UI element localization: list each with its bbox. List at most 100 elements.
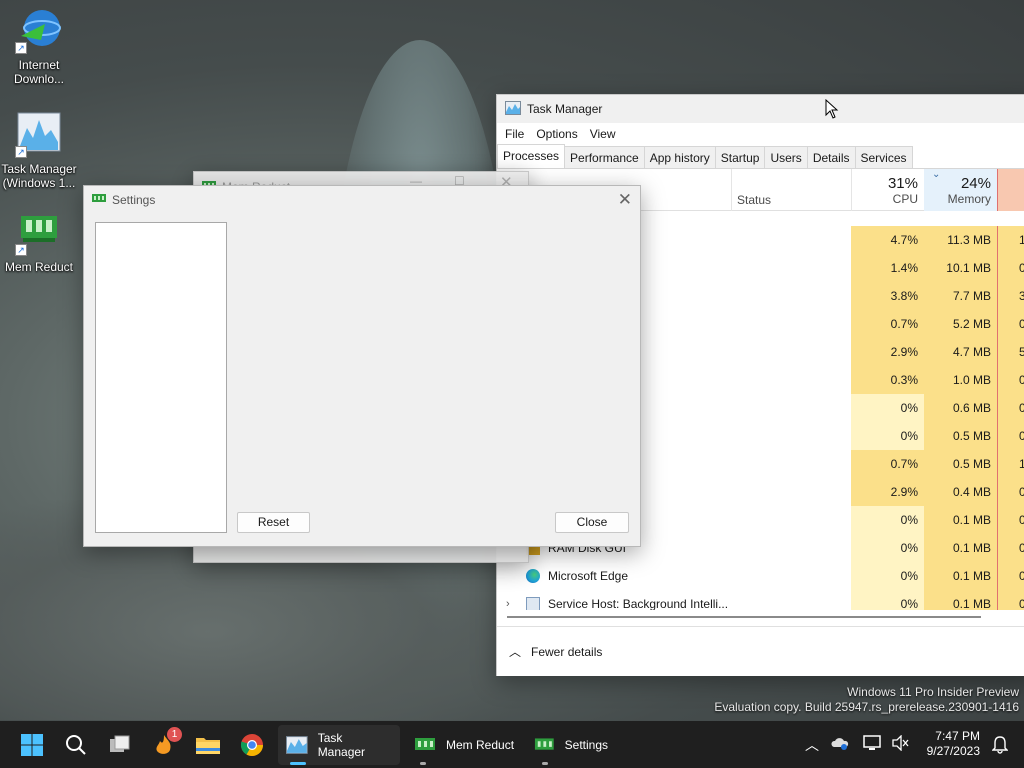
- task-manager-titlebar[interactable]: Task Manager: [497, 95, 1024, 123]
- volume-muted-icon[interactable]: [888, 734, 912, 754]
- edge-icon: [526, 569, 540, 583]
- mem-reduct-icon: [534, 738, 554, 750]
- process-memory: 0.1 MB: [924, 590, 997, 610]
- chrome-button[interactable]: [236, 729, 268, 761]
- horizontal-scrollbar[interactable]: [497, 610, 1024, 624]
- process-cpu: 0.7%: [851, 310, 924, 338]
- task-view-icon: [110, 735, 130, 752]
- desktop-icon-mem-reduct[interactable]: ↗ Mem Reduct: [0, 208, 78, 274]
- process-disk: 0: [997, 478, 1024, 506]
- close-button[interactable]: Close: [555, 512, 629, 533]
- tab-processes[interactable]: Processes: [497, 144, 566, 168]
- process-disk: 0: [997, 394, 1024, 422]
- chevron-up-icon[interactable]: ︿: [800, 735, 824, 755]
- settings-category-tree[interactable]: [95, 222, 227, 533]
- mouse-cursor-icon: [825, 98, 839, 122]
- taskbar-app-widget[interactable]: 1: [148, 727, 182, 761]
- watermark-line-2: Evaluation copy. Build 25947.rs_prerelea…: [714, 700, 1019, 714]
- process-row[interactable]: Microsoft Edge 0% 0.1 MB 0: [497, 562, 1024, 590]
- process-memory: 11.3 MB: [924, 226, 997, 254]
- settings-titlebar[interactable]: Settings: [84, 186, 640, 214]
- process-cpu: 4.7%: [851, 226, 924, 254]
- search-button[interactable]: [60, 729, 92, 761]
- process-disk: 3: [997, 282, 1024, 310]
- onedrive-icon[interactable]: [824, 736, 856, 753]
- clock-time: 7:47 PM: [935, 729, 980, 743]
- menu-view[interactable]: View: [584, 127, 622, 141]
- taskbar: 1 Task Manager Mem Reduct Settings ︿ 7:4…: [0, 721, 1024, 768]
- taskbar-app-settings[interactable]: Settings: [526, 725, 616, 765]
- tab-startup[interactable]: Startup: [714, 146, 766, 168]
- column-cpu[interactable]: 31% CPU: [851, 169, 924, 211]
- process-disk: 0: [997, 422, 1024, 450]
- clock-date: 9/27/2023: [926, 744, 980, 758]
- process-memory: 10.1 MB: [924, 254, 997, 282]
- bell-icon: [992, 736, 1008, 754]
- process-cpu: 0%: [851, 506, 924, 534]
- running-indicator: [542, 762, 548, 765]
- windows-watermark: Windows 11 Pro Insider Preview Evaluatio…: [714, 685, 1019, 715]
- desktop-icon-task-manager[interactable]: ↗ Task Manager (Windows 1...: [0, 110, 78, 190]
- process-name: Service Host: Background Intelli...: [548, 597, 729, 610]
- taskbar-app-task-manager[interactable]: Task Manager: [278, 725, 400, 765]
- folder-icon: [196, 738, 220, 754]
- menu-options[interactable]: Options: [530, 127, 583, 141]
- desktop-icon-internet-download-manager[interactable]: ↗ Internet Downlo...: [0, 6, 78, 86]
- task-manager-icon: [286, 736, 308, 754]
- expand-chevron-icon[interactable]: ›: [506, 590, 510, 610]
- taskbar-app-label: Settings: [564, 738, 608, 752]
- process-memory: 0.1 MB: [924, 562, 997, 590]
- chrome-icon: [240, 734, 263, 756]
- tab-app-history[interactable]: App history: [643, 146, 716, 168]
- start-button[interactable]: [16, 729, 48, 761]
- process-memory: 0.6 MB: [924, 394, 997, 422]
- column-disk[interactable]: [997, 169, 1024, 211]
- process-cpu: 0.7%: [851, 450, 924, 478]
- process-disk: 0: [997, 534, 1024, 562]
- clock[interactable]: 7:47 PM 9/27/2023: [927, 729, 980, 759]
- process-cpu: 2.9%: [851, 338, 924, 366]
- process-cpu: 0%: [851, 590, 924, 610]
- desktop-icon-label: Mem Reduct: [4, 260, 74, 274]
- column-memory[interactable]: ⌄ 24% Memory: [924, 169, 997, 211]
- cpu-label: CPU: [892, 192, 918, 206]
- mem-reduct-icon: [92, 193, 106, 207]
- process-disk: 1: [997, 450, 1024, 478]
- file-explorer-button[interactable]: [192, 729, 224, 761]
- notification-center-button[interactable]: [984, 729, 1016, 761]
- fewer-details-button[interactable]: ︿ Fewer details: [497, 626, 1024, 676]
- tab-details[interactable]: Details: [806, 146, 856, 168]
- process-row[interactable]: › Service Host: Background Intelli... 0% 0.…: [497, 590, 1024, 610]
- process-memory: 1.0 MB: [924, 366, 997, 394]
- gear-icon: [526, 597, 540, 610]
- scrollbar-thumb[interactable]: [507, 616, 981, 618]
- mem-reduct-icon: [415, 738, 435, 750]
- active-indicator: [290, 762, 306, 765]
- process-cpu: 0%: [851, 534, 924, 562]
- process-cpu: 3.8%: [851, 282, 924, 310]
- sort-chevron-icon: ⌄: [932, 169, 941, 180]
- close-icon[interactable]: ✕: [618, 190, 632, 210]
- process-disk: 0: [997, 366, 1024, 394]
- cpu-total: 31%: [887, 175, 918, 192]
- settings-window: Settings ✕ Reset Close: [83, 185, 641, 547]
- taskbar-app-mem-reduct[interactable]: Mem Reduct: [406, 725, 528, 765]
- process-memory: 0.1 MB: [924, 506, 997, 534]
- menu-file[interactable]: File: [499, 127, 530, 141]
- reset-button[interactable]: Reset: [237, 512, 310, 533]
- window-title: Task Manager: [527, 102, 603, 116]
- process-disk: 0: [997, 562, 1024, 590]
- column-status[interactable]: Status: [737, 193, 771, 207]
- tab-performance[interactable]: Performance: [564, 146, 645, 168]
- process-name: Microsoft Edge: [548, 569, 629, 583]
- network-icon[interactable]: [856, 735, 888, 754]
- idm-icon: ↗: [15, 6, 63, 54]
- menu-bar: File Options View: [497, 123, 1024, 145]
- chevron-up-icon: ︿: [509, 645, 522, 659]
- tab-users[interactable]: Users: [764, 146, 808, 168]
- tab-services[interactable]: Services: [854, 146, 913, 168]
- memory-label: Memory: [947, 192, 991, 206]
- process-memory: 7.7 MB: [924, 282, 997, 310]
- taskbar-app-label: Mem Reduct: [446, 738, 515, 752]
- task-view-button[interactable]: [104, 729, 136, 761]
